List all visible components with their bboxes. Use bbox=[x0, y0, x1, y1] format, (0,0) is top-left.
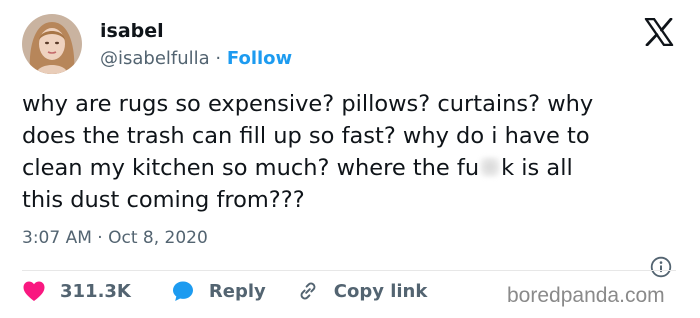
watermark: boredpanda.com bbox=[507, 284, 665, 307]
divider bbox=[22, 270, 676, 271]
author-handle[interactable]: @isabelfulla bbox=[100, 48, 210, 69]
handle-separator: · bbox=[215, 48, 222, 69]
censor-blur bbox=[480, 157, 501, 177]
like-count: 311.3K bbox=[60, 280, 131, 302]
x-logo-icon[interactable] bbox=[644, 17, 674, 47]
avatar[interactable] bbox=[22, 14, 82, 74]
action-bar: 311.3K Reply Copy link bbox=[22, 276, 427, 306]
avatar-image bbox=[22, 14, 82, 74]
copy-link-label: Copy link bbox=[333, 280, 428, 302]
tweet-text: why are rugs so expensive? pillows? curt… bbox=[22, 88, 692, 216]
link-icon bbox=[300, 282, 316, 300]
like-button[interactable]: 311.3K bbox=[22, 280, 131, 302]
author-handle-row: @isabelfulla · Follow bbox=[100, 48, 292, 69]
reply-bubble-icon bbox=[172, 281, 193, 301]
reply-label: Reply bbox=[208, 280, 266, 302]
follow-button[interactable]: Follow bbox=[227, 48, 292, 69]
tweet-timestamp[interactable]: 3:07 AM · Oct 8, 2020 bbox=[22, 228, 208, 248]
reply-button[interactable]: Reply bbox=[171, 279, 266, 303]
heart-icon bbox=[23, 281, 45, 301]
info-icon[interactable] bbox=[650, 256, 672, 278]
copy-link-button[interactable]: Copy link bbox=[296, 279, 428, 303]
tweet-card: isabel @isabelfulla · Follow why are rug… bbox=[0, 0, 700, 318]
author-name[interactable]: isabel bbox=[100, 20, 164, 42]
